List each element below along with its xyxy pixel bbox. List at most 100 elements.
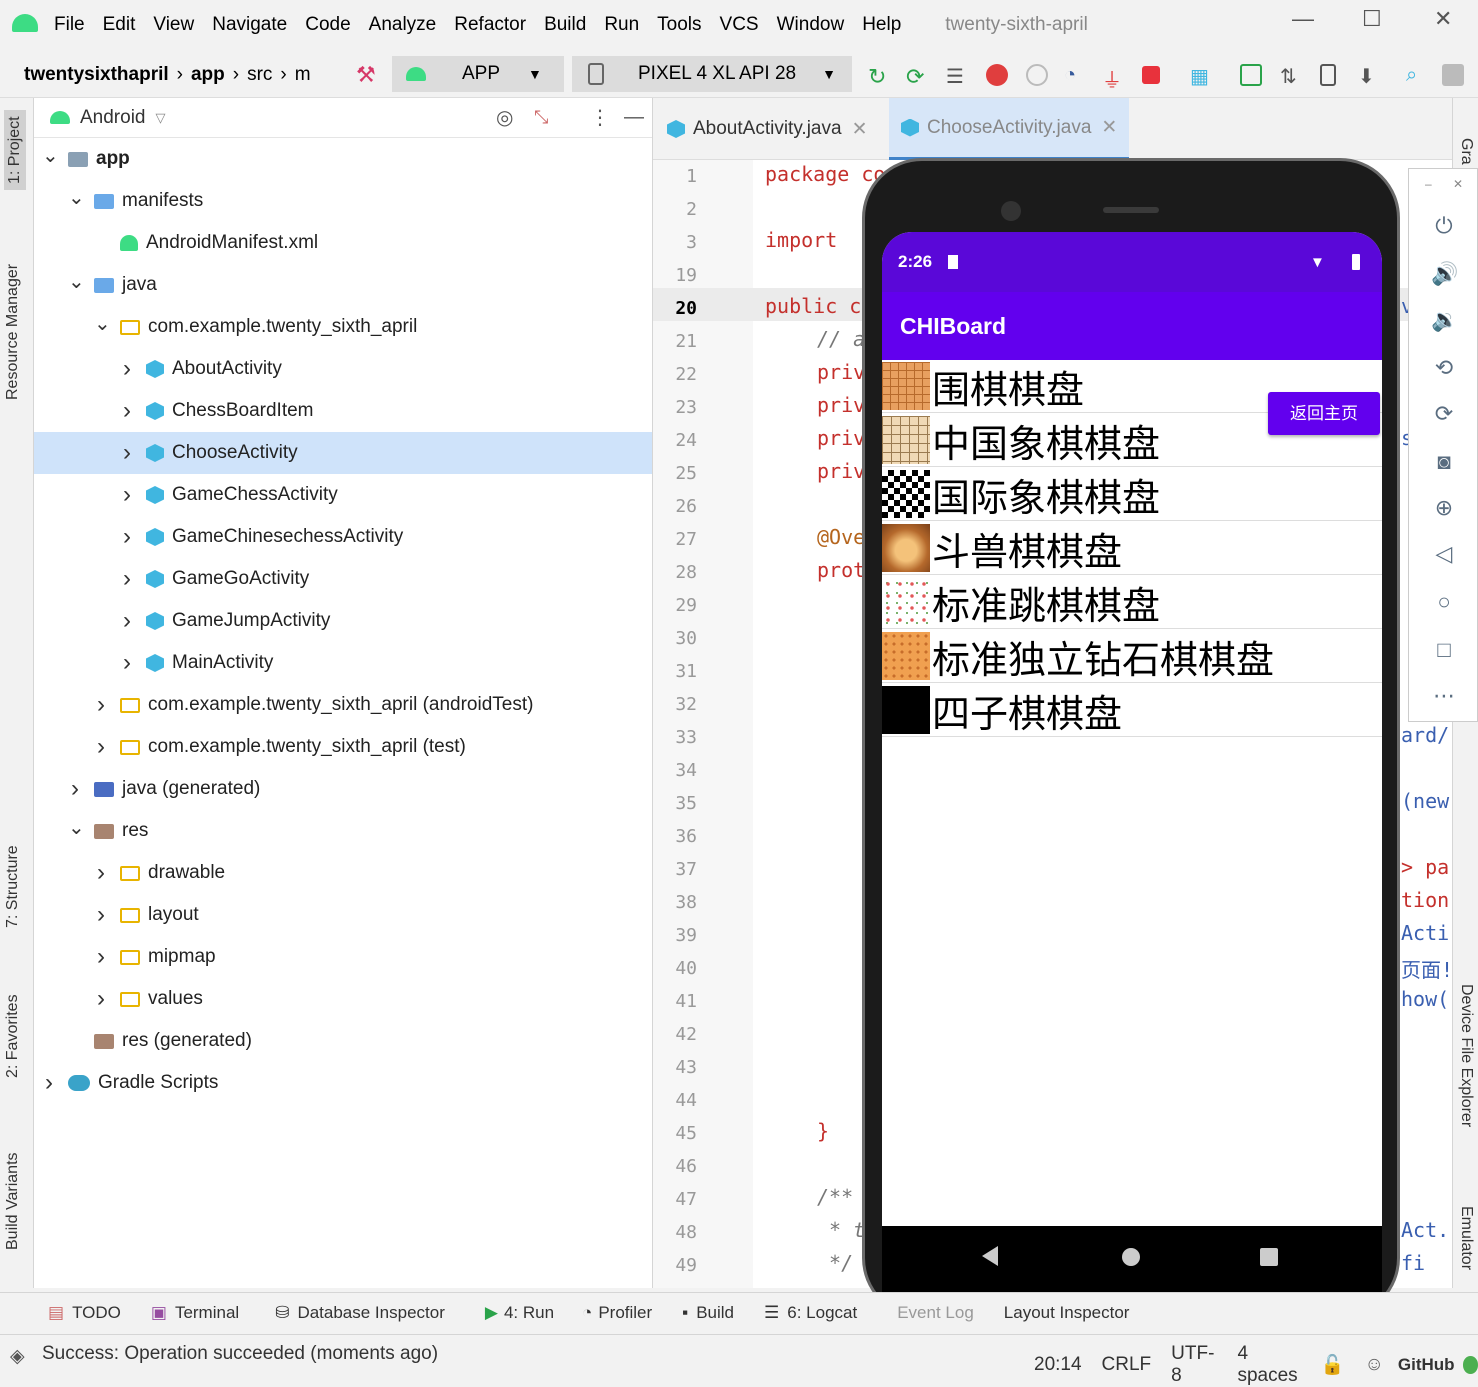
refresh-icon[interactable]: ↻ xyxy=(868,64,890,89)
avd-manager-icon[interactable] xyxy=(1320,64,1336,86)
more-icon[interactable]: ⋯ xyxy=(1431,683,1457,709)
tab-project[interactable]: 1: Project xyxy=(4,110,26,190)
locate-icon[interactable]: ◎ xyxy=(496,105,513,130)
tool-logcat[interactable]: 6: Logcat xyxy=(787,1303,857,1323)
chevron-down-icon[interactable]: ▽ xyxy=(156,110,166,126)
tree-item[interactable]: ⌄ manifests xyxy=(34,180,652,222)
lock-icon[interactable]: 🔓 xyxy=(1321,1353,1345,1377)
chevron-right-icon[interactable] xyxy=(68,1034,82,1048)
menu-refactor[interactable]: Refactor xyxy=(454,14,526,36)
run-config-select[interactable]: APP ▼ xyxy=(392,56,564,92)
menu-view[interactable]: View xyxy=(153,14,194,36)
tab-structure[interactable]: 7: Structure xyxy=(4,845,22,928)
tab-emulator[interactable]: Emulator xyxy=(1457,1206,1475,1270)
menu-build[interactable]: Build xyxy=(544,14,586,36)
project-view-select[interactable]: Android xyxy=(80,107,146,129)
tree-item[interactable]: ⌄ com.example.twenty_sixth_april xyxy=(34,306,652,348)
chevron-right-icon[interactable]: › xyxy=(94,903,108,927)
hammer-icon[interactable]: ⚒ xyxy=(356,62,376,88)
caret-position[interactable]: 20:14 xyxy=(1034,1354,1082,1376)
chevron-down-icon[interactable]: ⌄ xyxy=(68,818,85,838)
nav-home-icon[interactable] xyxy=(1122,1248,1140,1266)
debug-icon[interactable] xyxy=(986,64,1008,86)
chevron-down-icon[interactable]: ⌄ xyxy=(68,188,85,208)
tree-item[interactable]: › GameGoActivity xyxy=(34,558,652,600)
tree-item[interactable]: › GameJumpActivity xyxy=(34,600,652,642)
attach-debugger-icon[interactable]: ⏚ xyxy=(1102,64,1124,92)
tree-item[interactable]: › GameChinesechessActivity xyxy=(34,516,652,558)
menu-run[interactable]: Run xyxy=(604,14,639,36)
tree-item[interactable]: ⌄ res xyxy=(34,810,652,852)
tree-item[interactable]: › AboutActivity xyxy=(34,348,652,390)
chevron-right-icon[interactable]: › xyxy=(120,651,134,675)
tree-item[interactable]: › com.example.twenty_sixth_april (android… xyxy=(34,684,652,726)
chevron-down-icon[interactable]: ⌄ xyxy=(42,146,59,166)
tree-item[interactable]: ⌄ app xyxy=(34,138,652,180)
close-icon[interactable]: ✕ xyxy=(852,118,868,141)
tree-item[interactable]: › drawable xyxy=(34,852,652,894)
search-icon[interactable]: ⌕ xyxy=(1406,64,1428,86)
tool-terminal[interactable]: Terminal xyxy=(175,1303,239,1323)
tab-about-activity[interactable]: AboutActivity.java ✕ xyxy=(667,98,867,160)
terminal-icon[interactable] xyxy=(1240,64,1262,86)
back-icon[interactable]: ◁ xyxy=(1431,541,1457,567)
zoom-icon[interactable]: ⊕ xyxy=(1431,495,1457,521)
list-icon[interactable]: ☰ xyxy=(946,64,968,88)
tab-gradle[interactable]: Gra xyxy=(1457,138,1475,165)
menu-edit[interactable]: Edit xyxy=(103,14,136,36)
chevron-right-icon[interactable]: › xyxy=(120,525,134,549)
camera-icon[interactable]: ◙ xyxy=(1431,449,1457,475)
tool-run[interactable]: 4: Run xyxy=(504,1303,554,1323)
collapse-icon[interactable]: ⤡ xyxy=(534,107,548,128)
tree-item[interactable]: res (generated) xyxy=(34,1020,652,1062)
inspector-icon[interactable]: ☺ xyxy=(1364,1354,1383,1376)
close-icon[interactable]: ✕ xyxy=(1101,116,1117,139)
sync-icon[interactable]: ⇅ xyxy=(1280,64,1302,88)
menu-help[interactable]: Help xyxy=(862,14,901,36)
emulator-close-icon[interactable]: ✕ xyxy=(1453,177,1463,191)
volume-up-icon[interactable]: 🔊 xyxy=(1431,261,1458,287)
power-icon[interactable]: ⏻ xyxy=(1431,213,1457,239)
tree-item[interactable]: AndroidManifest.xml xyxy=(34,222,652,264)
tree-item[interactable]: › mipmap xyxy=(34,936,652,978)
tab-build-variants[interactable]: Build Variants xyxy=(4,1152,22,1250)
chevron-right-icon[interactable]: › xyxy=(120,567,134,591)
menu-analyze[interactable]: Analyze xyxy=(369,14,437,36)
maximize-icon[interactable]: ☐ xyxy=(1362,6,1382,32)
menu-code[interactable]: Code xyxy=(305,14,350,36)
tab-favorites[interactable]: 2: Favorites xyxy=(4,994,22,1078)
chevron-right-icon[interactable]: › xyxy=(94,735,108,759)
chevron-right-icon[interactable]: › xyxy=(120,357,134,381)
device-select[interactable]: PIXEL 4 XL API 28 ▼ xyxy=(572,56,852,92)
file-encoding[interactable]: UTF-8 xyxy=(1171,1343,1217,1387)
tree-item[interactable]: › values xyxy=(34,978,652,1020)
tab-resource-manager[interactable]: Resource Manager xyxy=(4,264,22,400)
apply-changes-icon[interactable]: ⟳ xyxy=(906,64,928,89)
tree-item[interactable]: ⌄ java xyxy=(34,264,652,306)
breadcrumb-project[interactable]: twentysixthapril xyxy=(24,64,169,86)
chevron-right-icon[interactable]: › xyxy=(68,777,82,801)
rotate-left-icon[interactable]: ⟲ xyxy=(1431,355,1457,381)
board-list-item[interactable]: 标准独立钻石棋棋盘 xyxy=(882,630,1382,683)
grid-icon[interactable]: ▦ xyxy=(1190,64,1212,88)
chevron-right-icon[interactable] xyxy=(94,236,108,250)
indent-setting[interactable]: 4 spaces xyxy=(1237,1343,1302,1387)
chevron-right-icon[interactable]: › xyxy=(94,945,108,969)
board-list-item[interactable]: 国际象棋棋盘 xyxy=(882,468,1382,521)
breadcrumb-m[interactable]: m xyxy=(295,64,311,86)
menu-tools[interactable]: Tools xyxy=(657,14,701,36)
chevron-down-icon[interactable]: ⌄ xyxy=(68,272,85,292)
chevron-right-icon[interactable]: › xyxy=(120,483,134,507)
line-separator[interactable]: CRLF xyxy=(1102,1354,1152,1376)
close-window-icon[interactable]: ✕ xyxy=(1434,6,1452,32)
chevron-right-icon[interactable]: › xyxy=(120,441,134,465)
tool-todo[interactable]: TODO xyxy=(72,1303,121,1323)
breadcrumb-src[interactable]: src xyxy=(247,64,272,86)
tree-item[interactable]: › com.example.twenty_sixth_april (test) xyxy=(34,726,652,768)
tree-item[interactable]: › ChessBoardItem xyxy=(34,390,652,432)
tool-layout-inspector[interactable]: Layout Inspector xyxy=(1004,1303,1130,1323)
chevron-down-icon[interactable]: ⌄ xyxy=(94,314,111,334)
more-icon[interactable]: ⋮ xyxy=(590,105,610,130)
chevron-right-icon[interactable]: › xyxy=(120,399,134,423)
tool-build[interactable]: Build xyxy=(696,1303,734,1323)
